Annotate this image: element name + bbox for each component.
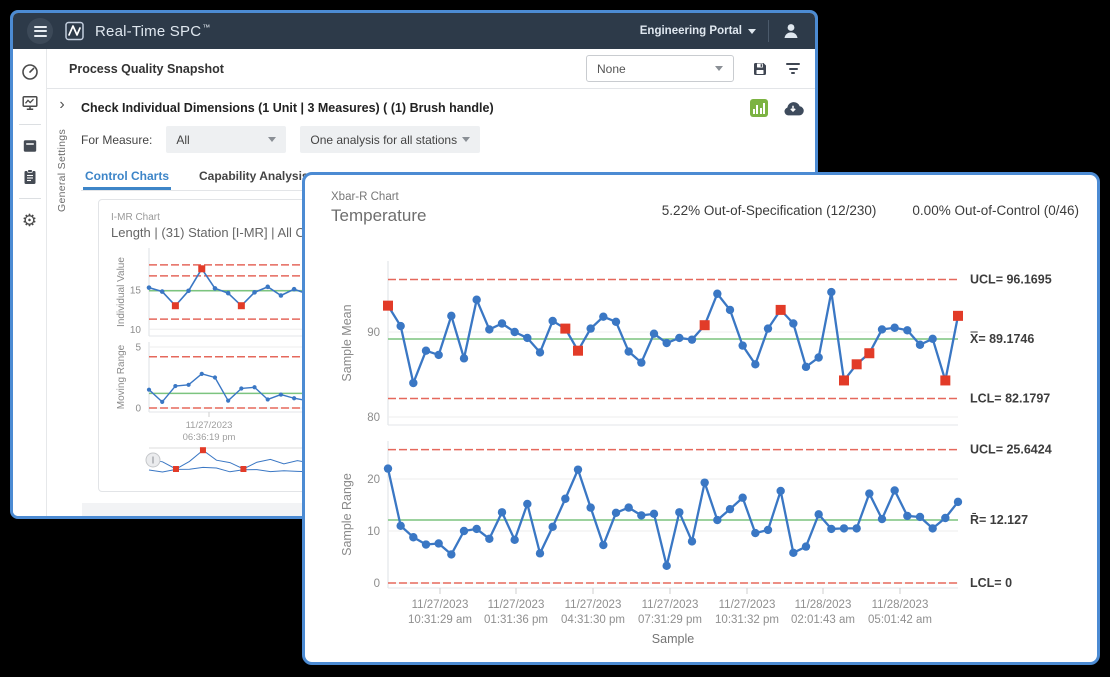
chevron-down-icon — [268, 137, 276, 142]
settings-gear-icon[interactable]: ⚙ — [20, 210, 40, 230]
analysis-chart-icon[interactable] — [750, 99, 768, 117]
filter-icon[interactable] — [786, 63, 800, 74]
svg-text:11/27/2023: 11/27/2023 — [186, 420, 233, 431]
svg-text:11/27/2023: 11/27/2023 — [412, 599, 469, 611]
svg-text:Moving Range: Moving Range — [116, 344, 127, 409]
svg-text:0: 0 — [135, 404, 141, 415]
out-of-specification-stat: 5.22% Out-of-Specification (12/230) — [662, 203, 877, 218]
snapshot-profile-select[interactable]: None — [586, 55, 734, 82]
svg-text:10: 10 — [367, 526, 380, 538]
performance-monitor-icon[interactable] — [20, 93, 40, 113]
page-title: Process Quality Snapshot — [69, 62, 224, 76]
app-header: Real-Time SPC™ Engineering Portal — [13, 13, 815, 49]
settings-side-strip: › General Settings — [47, 89, 77, 492]
app-logo-icon — [65, 21, 85, 41]
svg-text:0: 0 — [374, 578, 380, 590]
tab-capability-analysis[interactable]: Capability Analysis — [197, 163, 311, 190]
tab-control-charts[interactable]: Control Charts — [83, 163, 171, 190]
svg-text:10:31:32 pm: 10:31:32 pm — [715, 614, 779, 626]
xbar-chart-title: Temperature — [331, 206, 426, 226]
svg-text:LCL= 0: LCL= 0 — [970, 576, 1012, 590]
nav-rail: ⚙ — [13, 49, 47, 516]
expand-chevron-icon[interactable]: › — [59, 97, 64, 113]
svg-text:07:31:29 pm: 07:31:29 pm — [638, 614, 702, 626]
tab-general-settings[interactable]: General Settings — [56, 129, 68, 212]
analysis-title: Check Individual Dimensions (1 Unit | 3 … — [81, 101, 494, 115]
svg-text:UCL= 25.6424: UCL= 25.6424 — [970, 443, 1052, 457]
measure-select-value: All — [176, 133, 189, 147]
svg-text:11/28/2023: 11/28/2023 — [795, 599, 852, 611]
svg-text:05:01:42 am: 05:01:42 am — [868, 614, 932, 626]
svg-text:11/28/2023: 11/28/2023 — [872, 599, 929, 611]
portal-dropdown[interactable]: Engineering Portal — [640, 25, 756, 37]
analysis-mode-select[interactable]: One analysis for all stations — [300, 126, 480, 153]
dashboard-icon[interactable] — [20, 62, 40, 82]
work-instructions-icon[interactable] — [20, 167, 40, 187]
svg-text:80: 80 — [367, 412, 380, 424]
svg-text:X̿= 89.1746: X̿= 89.1746 — [970, 331, 1034, 346]
measure-select[interactable]: All — [166, 126, 286, 153]
toolbar: Process Quality Snapshot None — [47, 49, 818, 89]
svg-text:11/27/2023: 11/27/2023 — [642, 599, 699, 611]
chevron-down-icon — [748, 29, 756, 34]
svg-text:90: 90 — [367, 327, 380, 339]
svg-text:15: 15 — [130, 286, 142, 297]
svg-text:10:31:29 am: 10:31:29 am — [408, 614, 472, 626]
trademark: ™ — [202, 23, 210, 32]
app-title: Real-Time SPC™ — [95, 23, 210, 40]
svg-text:LCL= 82.1797: LCL= 82.1797 — [970, 391, 1050, 405]
svg-text:UCL= 96.1695: UCL= 96.1695 — [970, 273, 1052, 287]
svg-text:20: 20 — [367, 474, 380, 486]
svg-text:02:01:43 am: 02:01:43 am — [791, 614, 855, 626]
portal-label: Engineering Portal — [640, 25, 742, 37]
save-icon[interactable] — [752, 61, 768, 77]
xbar-r-chart-window: 90 80 UCL= 96.1695 X̿= 89.1746 LCL= 82.1797 S… — [302, 172, 1100, 665]
svg-text:11/27/2023: 11/27/2023 — [488, 599, 545, 611]
out-of-control-stat: 0.00% Out-of-Control (0/46) — [912, 203, 1079, 218]
snapshot-profile-value: None — [597, 62, 626, 76]
svg-text:01:31:36 pm: 01:31:36 pm — [484, 614, 548, 626]
svg-text:10: 10 — [130, 325, 142, 336]
svg-text:Sample: Sample — [652, 632, 694, 646]
cloud-download-icon[interactable] — [782, 100, 804, 116]
chevron-down-icon — [715, 66, 723, 71]
svg-text:11/27/2023: 11/27/2023 — [565, 599, 622, 611]
svg-text:06:36:19 pm: 06:36:19 pm — [183, 432, 236, 443]
rail-divider — [19, 198, 41, 199]
svg-text:R̄= 12.127: R̄= 12.127 — [970, 512, 1028, 526]
desktop-background: Real-Time SPC™ Engineering Portal — [0, 0, 1110, 677]
analysis-mode-value: One analysis for all stations — [310, 133, 457, 147]
svg-text:Individual Value: Individual Value — [116, 257, 127, 327]
svg-text:Sample Mean: Sample Mean — [340, 304, 354, 381]
xbar-r-chart-canvas: 90 80 UCL= 96.1695 X̿= 89.1746 LCL= 82.1797 S… — [305, 175, 1097, 662]
user-icon[interactable] — [781, 21, 801, 41]
chevron-down-icon — [462, 137, 470, 142]
data-storage-icon[interactable] — [20, 136, 40, 156]
svg-text:11/27/2023: 11/27/2023 — [719, 599, 776, 611]
svg-text:5: 5 — [135, 343, 141, 354]
svg-text:04:31:30 pm: 04:31:30 pm — [561, 614, 625, 626]
for-measure-label: For Measure: — [81, 133, 152, 147]
xbar-chart-type-label: Xbar-R Chart — [331, 191, 426, 203]
menu-button[interactable] — [27, 18, 53, 44]
rail-divider — [19, 124, 41, 125]
svg-text:Sample Range: Sample Range — [340, 473, 354, 556]
header-divider — [768, 20, 769, 42]
